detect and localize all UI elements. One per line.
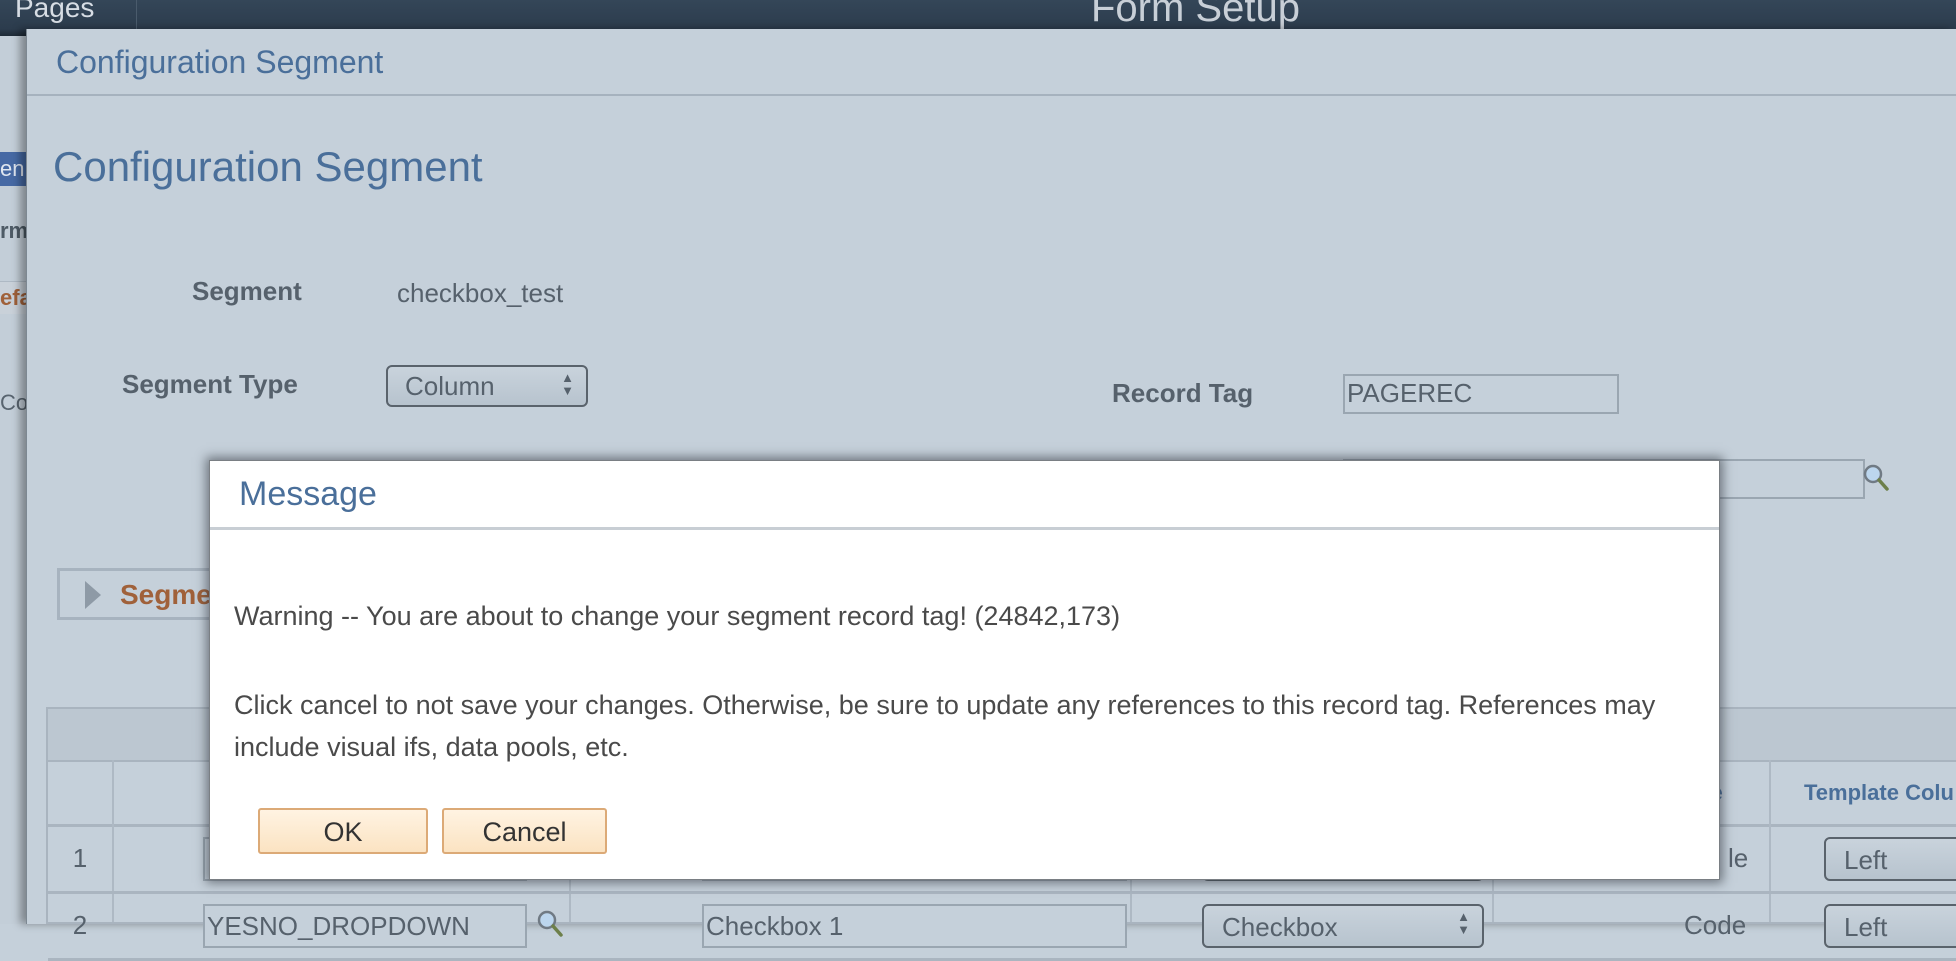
background-nav-item[interactable]: en xyxy=(0,152,26,186)
message-dialog: Message Warning -- You are about to chan… xyxy=(209,460,1720,880)
segment-label: Segment xyxy=(192,276,302,306)
type-value: Checkbox xyxy=(1222,912,1338,942)
cancel-button[interactable]: Cancel xyxy=(442,808,607,854)
search-lookup-icon[interactable] xyxy=(535,908,565,938)
dialog-title: Message xyxy=(239,475,377,513)
column-header-template-column[interactable]: Template Colu xyxy=(1804,780,1954,806)
field-label-input[interactable]: Checkbox 1 xyxy=(702,904,1127,948)
record-tag-label: Record Tag xyxy=(1112,378,1254,408)
section-title: Segme xyxy=(120,579,212,610)
background-label: Co xyxy=(0,390,26,415)
template-column-select[interactable]: Left xyxy=(1824,904,1956,948)
row-number: 1 xyxy=(72,843,88,873)
select-arrows-icon: ▲ ▼ xyxy=(1457,909,1470,937)
search-lookup-icon[interactable] xyxy=(1861,462,1891,492)
warning-message: Warning -- You are about to change your … xyxy=(234,601,1121,631)
background-label: rm xyxy=(0,218,26,243)
segment-value: checkbox_test xyxy=(397,278,564,308)
ok-button[interactable]: OK xyxy=(258,808,428,854)
dialog-header: Message xyxy=(210,461,1719,530)
type-code: le xyxy=(1728,843,1749,873)
template-column-value: Left xyxy=(1844,845,1888,875)
dialog-body-text: Click cancel to not save your changes. O… xyxy=(234,690,1656,762)
pages-menu[interactable]: Pages xyxy=(15,0,94,24)
window-title: Configuration Segment xyxy=(56,44,384,80)
field-name-input[interactable]: YESNO_DROPDOWN xyxy=(203,904,527,948)
app-title: Form Setup xyxy=(1091,0,1300,30)
expand-triangle-icon xyxy=(85,581,101,609)
background-section-label[interactable]: efa xyxy=(0,281,26,314)
page-title: Configuration Segment xyxy=(53,143,483,190)
segment-type-label: Segment Type xyxy=(122,369,298,399)
type-code: Code xyxy=(1684,910,1747,940)
window-header: Configuration Segment xyxy=(27,29,1956,96)
type-select[interactable]: Checkbox ▲ ▼ xyxy=(1202,904,1484,948)
template-column-value: Left xyxy=(1844,912,1888,942)
row-number: 2 xyxy=(72,910,88,940)
template-column-select[interactable]: Left xyxy=(1824,837,1956,881)
segment-type-value: Column xyxy=(405,371,495,401)
select-arrows-icon: ▲ ▼ xyxy=(561,370,574,398)
record-tag-input[interactable]: PAGEREC xyxy=(1343,374,1619,414)
background-sidebar: en rm efa Co xyxy=(0,36,26,924)
segment-type-select[interactable]: Column ▲ ▼ xyxy=(386,365,588,407)
table-row: 2 YESNO_DROPDOWN Checkbox 1 Checkbox ▲ ▼ … xyxy=(48,894,1956,961)
